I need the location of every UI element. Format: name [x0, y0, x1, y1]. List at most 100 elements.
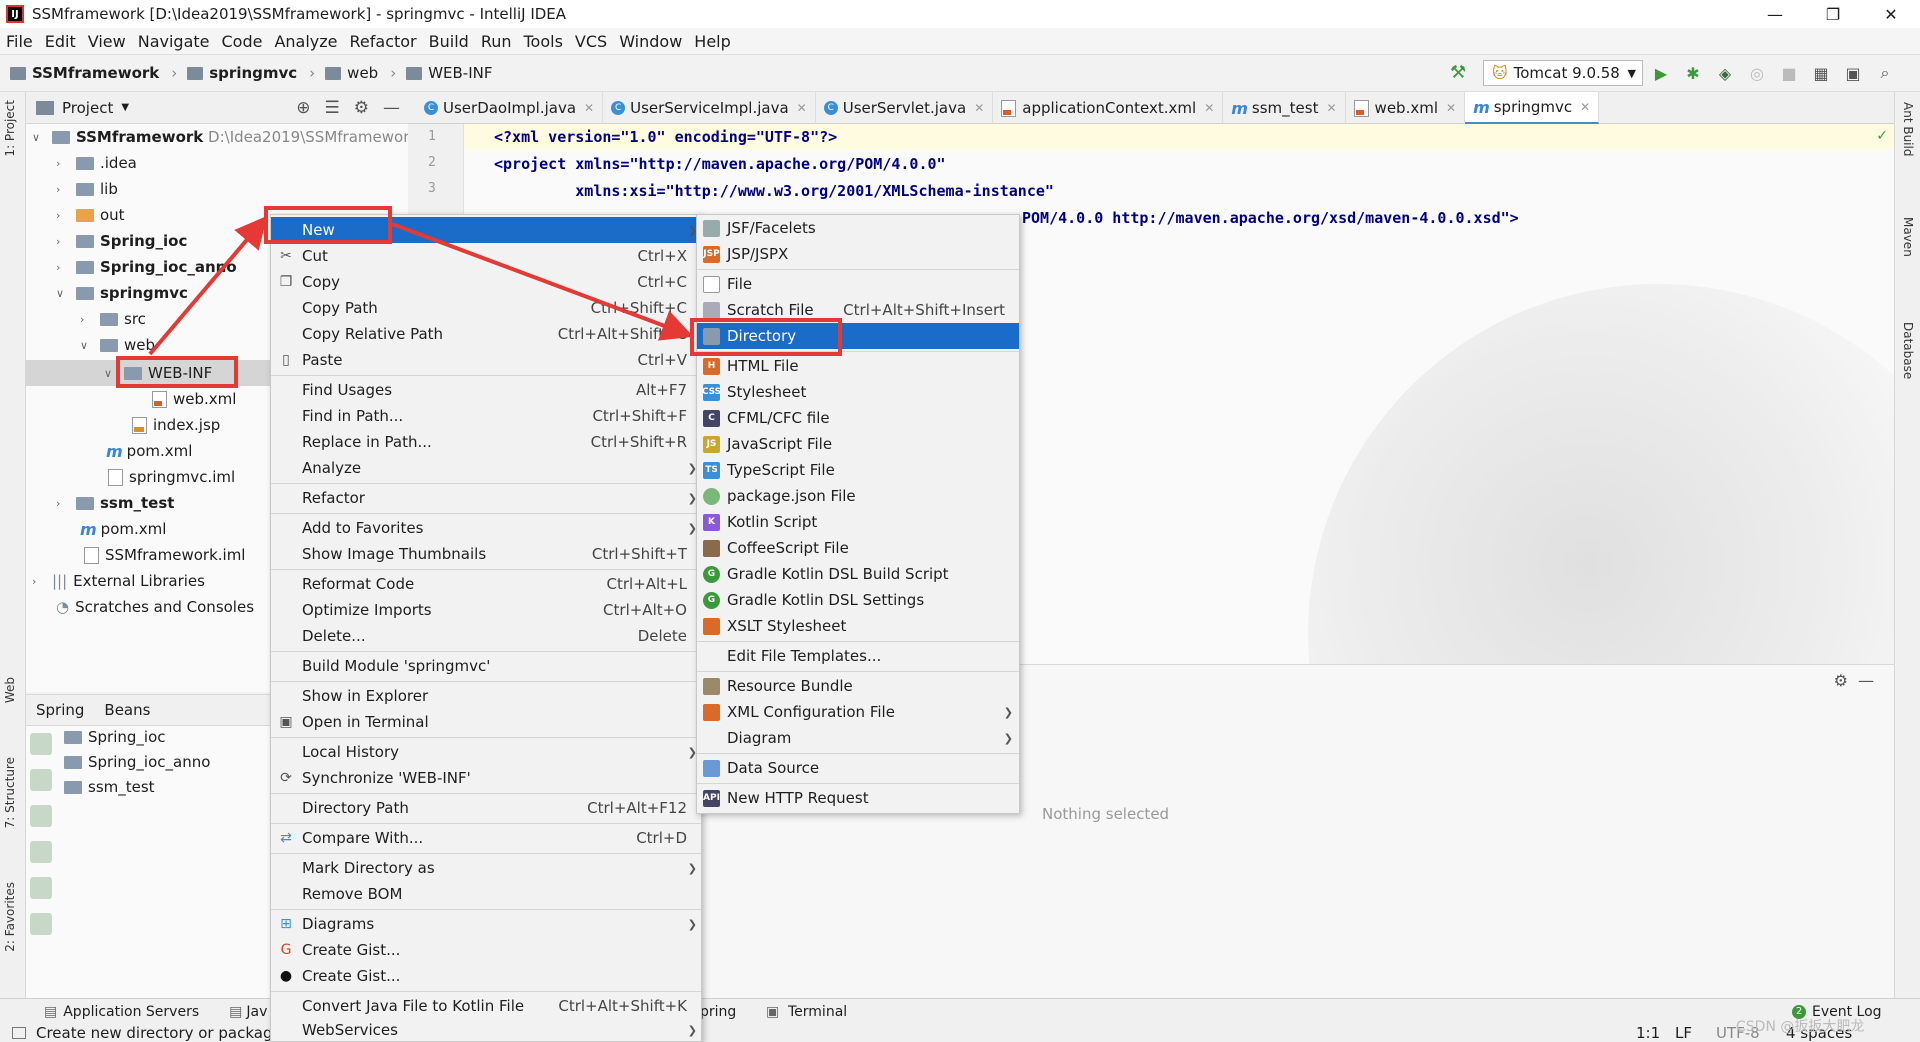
menu-file[interactable]: File: [0, 32, 39, 51]
locate-icon[interactable]: ⊕: [296, 98, 310, 118]
web-tool-tab[interactable]: Web: [3, 677, 17, 703]
close-icon[interactable]: ✕: [1580, 100, 1590, 114]
tree-item-springmvc-iml[interactable]: springmvc.iml: [108, 464, 235, 490]
project-tool-tab[interactable]: 1: Project: [3, 100, 17, 157]
tree-item-index-jsp[interactable]: index.jsp: [132, 412, 220, 438]
maven-tab[interactable]: Maven: [1901, 217, 1915, 257]
tab-application-servers[interactable]: Application Servers: [63, 1004, 199, 1020]
gear-icon[interactable]: ⚙: [1834, 671, 1848, 690]
project-structure-icon[interactable]: ▦: [1810, 62, 1832, 84]
spring-copy-icon[interactable]: [30, 877, 52, 899]
menu-item-add-to-favorites[interactable]: Add to Favorites ❯: [271, 515, 701, 541]
search-icon[interactable]: ⌕: [1874, 62, 1896, 84]
submenu-item-data-source[interactable]: Data Source: [697, 755, 1019, 781]
ant-build-tab[interactable]: Ant Build: [1901, 102, 1915, 156]
tab-springmvc[interactable]: m springmvc ✕: [1465, 92, 1600, 124]
tree-item-idea[interactable]: › .idea: [56, 150, 137, 176]
submenu-item-typescript[interactable]: TS TypeScript File: [697, 457, 1019, 483]
menu-item-open-in-terminal[interactable]: ▣ Open in Terminal: [271, 709, 701, 735]
project-view-select[interactable]: Project: [62, 99, 113, 117]
tree-item-ssm-test[interactable]: › ssm_test: [56, 490, 174, 516]
line-separator[interactable]: LF: [1675, 1024, 1692, 1042]
build-hammer-icon[interactable]: ⚒: [1450, 62, 1466, 83]
menu-tools[interactable]: Tools: [518, 32, 569, 51]
minimize-button[interactable]: —: [1746, 0, 1804, 28]
menu-item-paste[interactable]: ▯ Paste Ctrl+V: [271, 347, 701, 373]
submenu-item-resource-bundle[interactable]: Resource Bundle: [697, 673, 1019, 699]
tree-item-spring-ioc[interactable]: › Spring_ioc: [56, 228, 187, 254]
breadcrumb-module[interactable]: springmvc ›: [187, 64, 315, 82]
spring-model-icon[interactable]: [30, 769, 52, 791]
menu-item-synchronize[interactable]: ⟳ Synchronize 'WEB-INF': [271, 765, 701, 791]
submenu-item-http-request[interactable]: API New HTTP Request: [697, 785, 1019, 811]
spring-view-icon[interactable]: [30, 733, 52, 755]
submenu-item-xml-config[interactable]: XML Configuration File ❯: [697, 699, 1019, 725]
menu-run[interactable]: Run: [475, 32, 518, 51]
tab-ssm-test[interactable]: m ssm_test ✕: [1223, 92, 1346, 124]
favorites-tool-tab[interactable]: 2: Favorites: [3, 882, 17, 952]
tree-item-spring-ioc-anno[interactable]: › Spring_ioc_anno: [56, 254, 237, 280]
menu-item-refactor[interactable]: Refactor ❯: [271, 485, 701, 511]
menu-item-analyze[interactable]: Analyze ❯: [271, 455, 701, 481]
close-icon[interactable]: ✕: [797, 101, 807, 115]
tree-item-springmvc[interactable]: ∨ springmvc: [56, 280, 188, 306]
menu-window[interactable]: Window: [613, 32, 688, 51]
submenu-item-kotlin-script[interactable]: K Kotlin Script: [697, 509, 1019, 535]
spring-item[interactable]: ssm_test: [64, 774, 155, 800]
breadcrumb-web[interactable]: web ›: [325, 64, 396, 82]
menu-item-create-gist-gitee[interactable]: G Create Gist...: [271, 937, 701, 963]
close-icon[interactable]: ✕: [584, 101, 594, 115]
tree-item-src[interactable]: › src: [80, 306, 146, 332]
tree-item-ssmframework-iml[interactable]: SSMframework.iml: [84, 542, 245, 568]
gear-icon[interactable]: ⚙: [354, 98, 369, 118]
spring-leaf-icon[interactable]: [30, 805, 52, 827]
submenu-item-gradle-settings[interactable]: G Gradle Kotlin DSL Settings: [697, 587, 1019, 613]
tab-web-xml[interactable]: web.xml ✕: [1346, 92, 1466, 124]
tab-terminal[interactable]: Terminal: [788, 1004, 847, 1020]
tree-item-root-pom-xml[interactable]: m pom.xml: [80, 516, 166, 542]
menu-refactor[interactable]: Refactor: [344, 32, 423, 51]
tab-spring[interactable]: Spring: [26, 701, 94, 719]
close-icon[interactable]: ✕: [1446, 101, 1456, 115]
tab-spring-bottom[interactable]: pring: [700, 1004, 736, 1020]
layout-icon[interactable]: ▣: [1842, 62, 1864, 84]
maximize-button[interactable]: ❐: [1804, 0, 1862, 28]
tab-userserviceimpl[interactable]: C UserServiceImpl.java ✕: [603, 92, 816, 124]
menu-item-mark-directory-as[interactable]: Mark Directory as ❯: [271, 855, 701, 881]
menu-item-find-usages[interactable]: Find Usages Alt+F7: [271, 377, 701, 403]
status-toggle-icon[interactable]: [12, 1027, 26, 1039]
tree-item-web[interactable]: ∨ web: [80, 332, 155, 358]
menu-item-show-image-thumbnails[interactable]: Show Image Thumbnails Ctrl+Shift+T: [271, 541, 701, 567]
breadcrumb-project[interactable]: SSMframework ›: [10, 64, 177, 82]
close-icon[interactable]: ✕: [1326, 101, 1336, 115]
menu-view[interactable]: View: [82, 32, 132, 51]
submenu-item-cfml[interactable]: C CFML/CFC file: [697, 405, 1019, 431]
tree-item-web-xml[interactable]: web.xml: [152, 386, 236, 412]
tree-item-external-libraries[interactable]: › ||| External Libraries: [32, 568, 205, 594]
database-tab[interactable]: Database: [1901, 322, 1915, 379]
close-button[interactable]: ✕: [1862, 0, 1920, 28]
menu-analyze[interactable]: Analyze: [268, 32, 343, 51]
submenu-item-html-file[interactable]: H HTML File: [697, 353, 1019, 379]
chevron-down-icon[interactable]: ▼: [121, 102, 129, 113]
tree-item-ssmframework[interactable]: ∨ SSMframework D:\Idea2019\SSMframework: [32, 124, 418, 150]
menu-item-directory-path[interactable]: Directory Path Ctrl+Alt+F12: [271, 795, 701, 821]
structure-tool-tab[interactable]: 7: Structure: [3, 757, 17, 828]
menu-help[interactable]: Help: [688, 32, 736, 51]
submenu-item-package-json[interactable]: package.json File: [697, 483, 1019, 509]
hide-icon[interactable]: —: [1858, 671, 1874, 690]
collapse-icon[interactable]: ☰: [325, 98, 340, 118]
menu-code[interactable]: Code: [216, 32, 269, 51]
tab-userdaoimpl[interactable]: C UserDaoImpl.java ✕: [408, 92, 604, 124]
menu-item-cut[interactable]: ✂ Cut Ctrl+X: [271, 243, 701, 269]
submenu-item-diagram[interactable]: Diagram ❯: [697, 725, 1019, 751]
run-icon[interactable]: ▶: [1650, 62, 1672, 84]
submenu-item-file[interactable]: File: [697, 271, 1019, 297]
menu-item-diagrams[interactable]: ⊞ Diagrams ❯: [271, 911, 701, 937]
tree-item-pom-xml[interactable]: m pom.xml: [106, 438, 192, 464]
close-icon[interactable]: ✕: [1204, 101, 1214, 115]
menu-item-webservices[interactable]: WebServices ❯: [271, 1019, 701, 1041]
menu-item-convert-to-kotlin[interactable]: Convert Java File to Kotlin File Ctrl+Alt…: [271, 993, 701, 1019]
menu-item-compare-with[interactable]: ⇄ Compare With... Ctrl+D: [271, 825, 701, 851]
menu-build[interactable]: Build: [423, 32, 475, 51]
